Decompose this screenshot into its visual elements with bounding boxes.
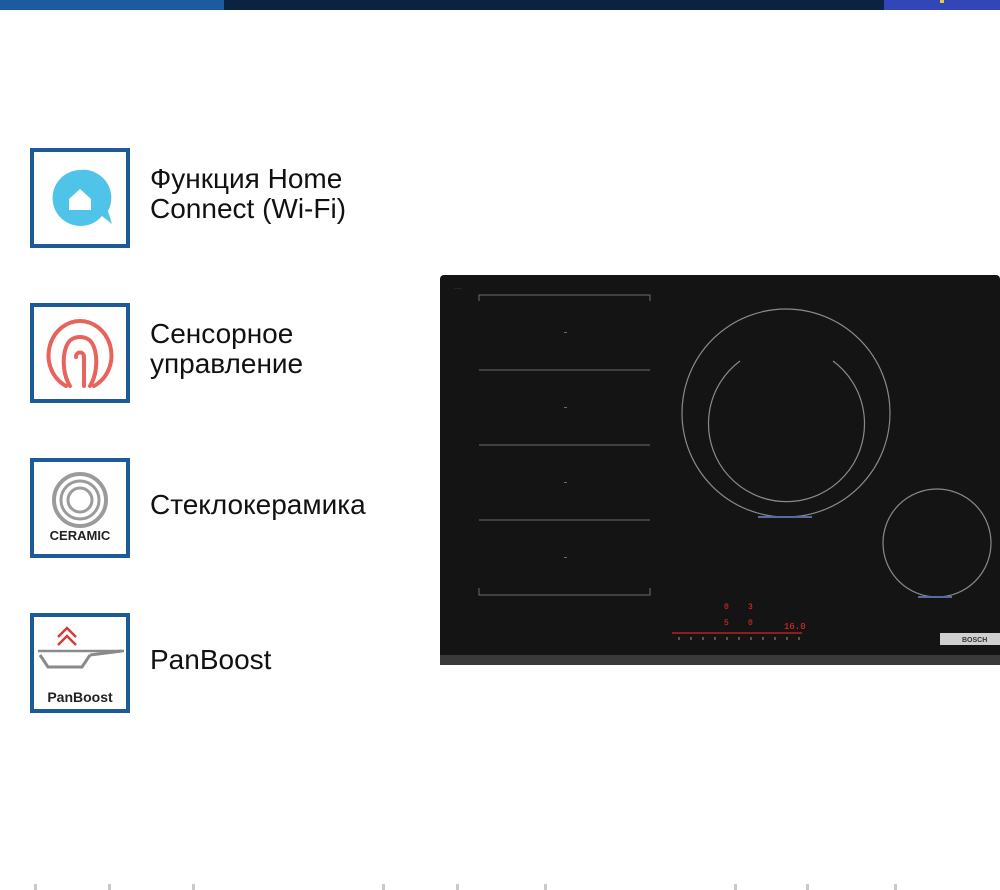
feature-touch-control: Сенсорное управление bbox=[30, 303, 410, 403]
brand-logo: BOSCH bbox=[962, 637, 987, 644]
panboost-badge-text: PanBoost bbox=[47, 689, 113, 705]
home-connect-icon bbox=[52, 169, 112, 226]
top-banner-left-segment bbox=[0, 0, 224, 10]
bottom-decor bbox=[0, 882, 1000, 890]
feature-panboost: PanBoost PanBoost bbox=[30, 613, 410, 713]
touch-control-icon bbox=[46, 318, 114, 388]
hob-display-timer: 16.0 bbox=[784, 622, 806, 632]
feature-label: Стеклокерамика bbox=[150, 489, 366, 520]
hob-display-digit: 0 bbox=[724, 603, 729, 612]
home-connect-badge bbox=[30, 148, 130, 248]
induction-hob-image: —— 0 3 5 0 16.0 BOSCH bbox=[440, 275, 1000, 665]
feature-ceramic: CERAMIC Стеклокерамика bbox=[30, 458, 410, 558]
panboost-badge: PanBoost bbox=[30, 613, 130, 713]
hob-display-digit: 3 bbox=[748, 603, 753, 612]
feature-home-connect: Функция Home Connect (Wi-Fi) bbox=[30, 148, 410, 248]
top-banner-marker bbox=[940, 0, 944, 3]
feature-label: Сенсорное управление bbox=[150, 318, 304, 379]
hob-small-print: —— bbox=[454, 285, 462, 290]
top-banner-strip bbox=[0, 0, 1000, 10]
feature-label: PanBoost bbox=[150, 644, 272, 675]
top-banner-right-segment bbox=[884, 0, 1000, 10]
touch-control-badge bbox=[30, 303, 130, 403]
hob-display-digit: 5 bbox=[724, 619, 729, 628]
feature-label: Функция Home Connect (Wi-Fi) bbox=[150, 163, 347, 224]
ceramic-badge: CERAMIC bbox=[30, 458, 130, 558]
ceramic-badge-text: CERAMIC bbox=[49, 528, 111, 543]
hob-display-digit: 0 bbox=[748, 619, 753, 628]
